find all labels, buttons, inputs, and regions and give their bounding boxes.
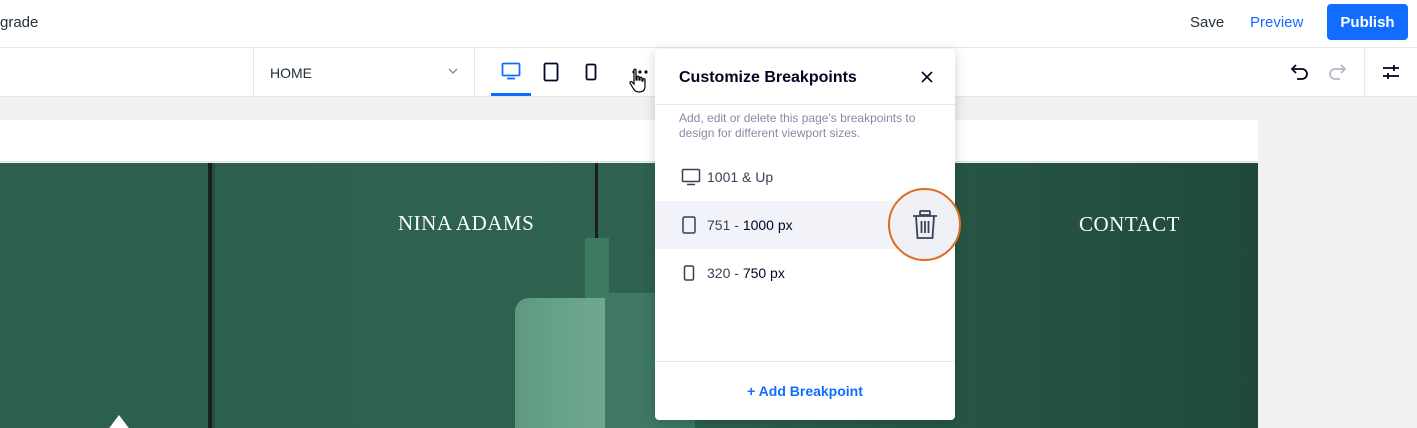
page-select-dropdown[interactable]: HOME xyxy=(253,48,475,96)
lamp-cord xyxy=(595,163,598,243)
desktop-icon xyxy=(681,168,701,186)
panel-description: Add, edit or delete this page's breakpoi… xyxy=(679,111,916,140)
site-header-strip[interactable] xyxy=(0,120,1258,162)
hand-cursor-icon xyxy=(629,68,646,93)
delete-breakpoint-button[interactable] xyxy=(888,188,961,261)
divider xyxy=(655,361,955,362)
close-icon[interactable] xyxy=(919,69,935,85)
lamp-cord xyxy=(208,163,212,428)
arrow-up-icon xyxy=(107,415,131,428)
tablet-icon xyxy=(682,216,696,234)
top-bar: grade Save Preview Publish xyxy=(0,0,1417,48)
lamp-neck xyxy=(585,238,609,298)
tablet-view-button[interactable] xyxy=(531,48,571,96)
save-button[interactable]: Save xyxy=(1190,14,1224,31)
wall-panel-seam xyxy=(212,163,215,428)
hero-section[interactable]: NINA ADAMS CONTACT xyxy=(0,163,1258,428)
redo-icon[interactable] xyxy=(1325,60,1349,84)
publish-button[interactable]: Publish xyxy=(1327,4,1408,40)
desktop-icon xyxy=(501,62,521,79)
breakpoint-label: 1001 & Up xyxy=(707,169,774,185)
preview-button[interactable]: Preview xyxy=(1250,14,1303,31)
mobile-view-button[interactable] xyxy=(571,48,611,96)
tablet-icon xyxy=(543,62,559,82)
undo-icon[interactable] xyxy=(1288,60,1312,84)
panel-title: Customize Breakpoints xyxy=(679,69,857,86)
trash-icon xyxy=(912,209,937,239)
site-nav-contact[interactable]: CONTACT xyxy=(1079,212,1180,237)
breakpoint-label: 320 - 750 px xyxy=(707,265,785,281)
sliders-icon xyxy=(1383,65,1399,79)
mobile-icon xyxy=(585,63,597,81)
chevron-down-icon xyxy=(448,68,458,74)
site-nav-name[interactable]: NINA ADAMS xyxy=(398,211,534,236)
divider xyxy=(655,104,955,105)
add-breakpoint-button[interactable]: + Add Breakpoint xyxy=(655,383,955,399)
mobile-icon xyxy=(683,265,695,281)
page-select-value: HOME xyxy=(270,65,312,81)
upgrade-link[interactable]: grade xyxy=(0,14,38,31)
settings-button[interactable] xyxy=(1364,48,1417,96)
breakpoint-label: 751 - 1000 px xyxy=(707,217,793,233)
desktop-view-button[interactable] xyxy=(491,48,531,96)
